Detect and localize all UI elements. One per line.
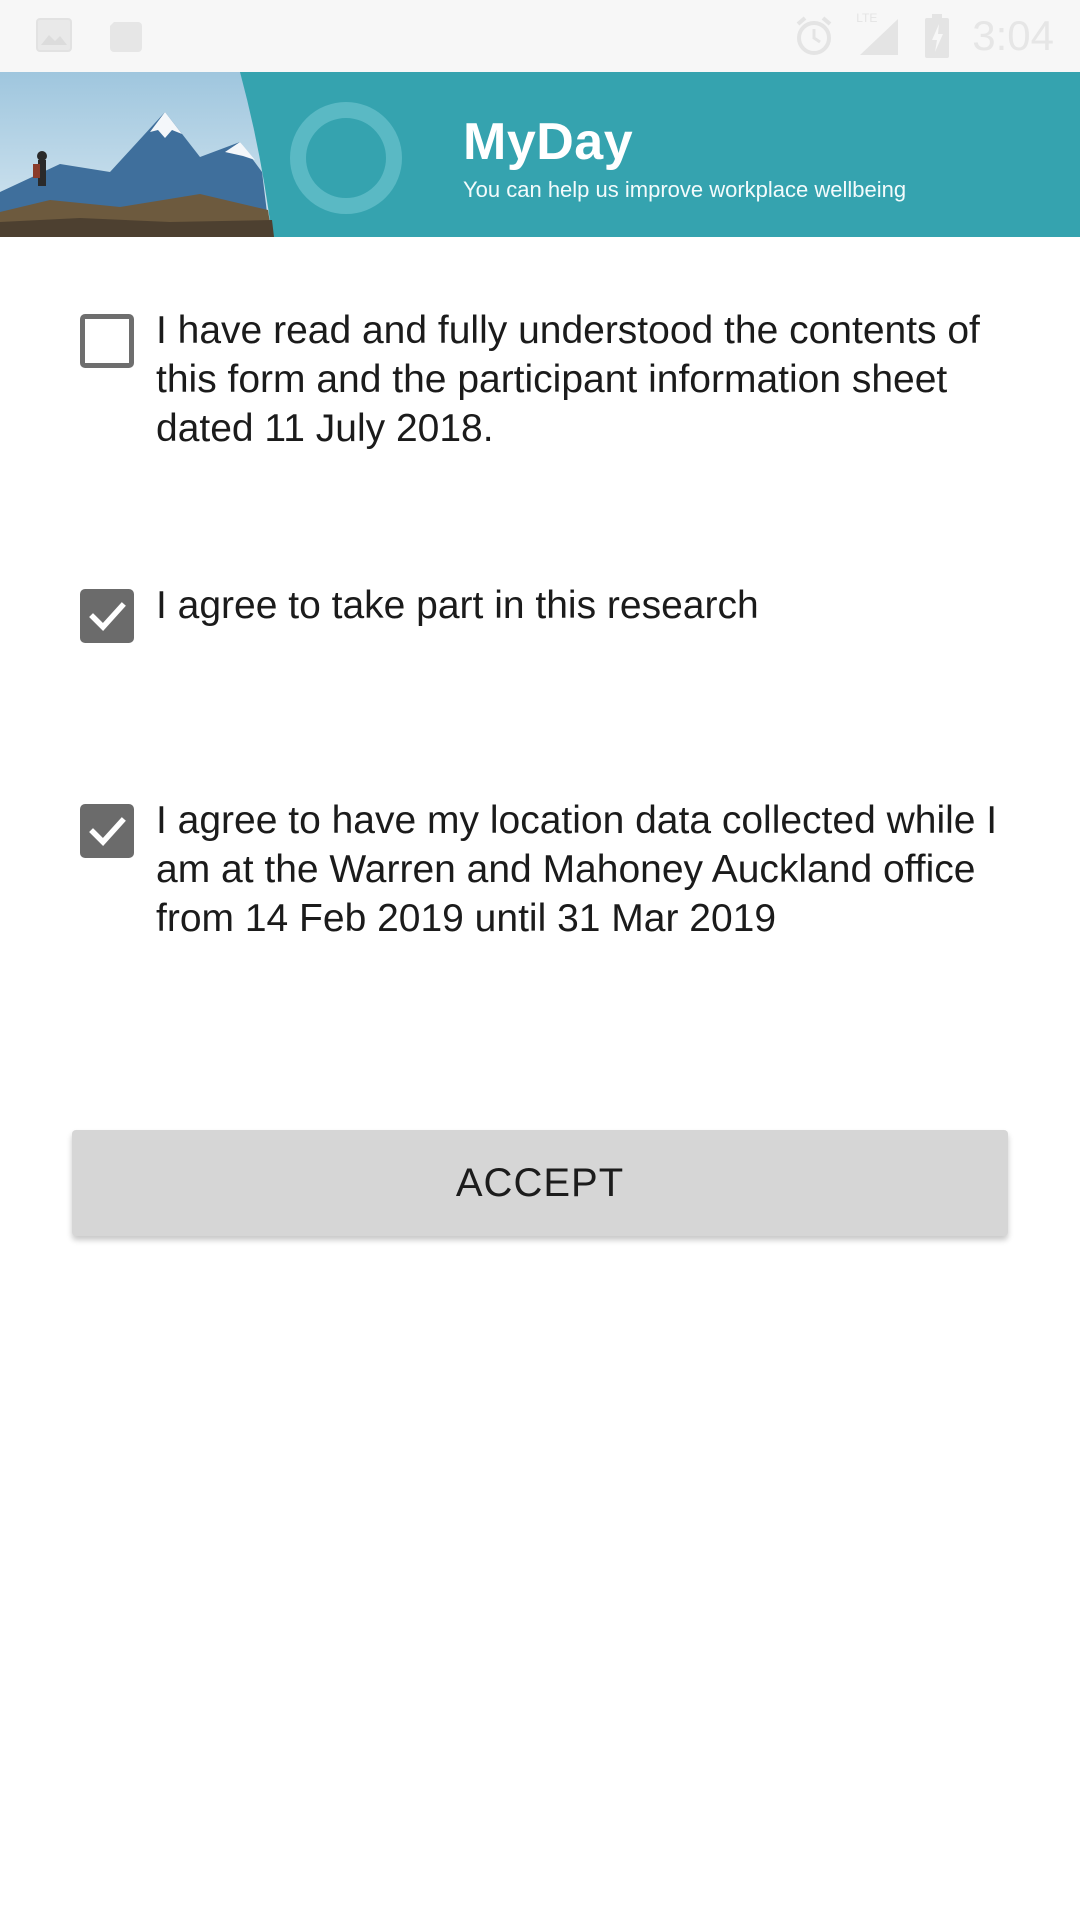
consent-item-location-data[interactable]: I agree to have my location data collect…: [80, 796, 1020, 943]
status-bar: LTE 3:04: [0, 0, 1080, 72]
consent-label: I have read and fully understood the con…: [156, 309, 980, 450]
lte-signal-icon: LTE: [856, 11, 902, 57]
image-icon: [36, 18, 72, 52]
clock-time: 3:04: [972, 12, 1054, 59]
alarm-icon: [794, 15, 834, 57]
consent-item-take-part[interactable]: I agree to take part in this research: [80, 581, 1020, 643]
app-subtitle: You can help us improve workplace wellbe…: [463, 177, 907, 202]
status-icons: LTE 3:04: [772, 10, 1054, 62]
checkbox-unchecked-icon[interactable]: [80, 314, 134, 368]
accept-button[interactable]: ACCEPT: [72, 1130, 1008, 1236]
consent-label: I agree to take part in this research: [156, 584, 759, 627]
app-title: MyDay: [463, 113, 634, 171]
checkbox-checked-icon[interactable]: [80, 804, 134, 858]
consent-label: I agree to have my location data collect…: [156, 799, 998, 940]
app-notification-icon: [108, 18, 144, 52]
mountain-hiker-image: [0, 72, 290, 237]
app-banner: MyDay You can help us improve workplace …: [0, 72, 1080, 237]
checkbox-checked-icon[interactable]: [80, 589, 134, 643]
network-type-label: LTE: [856, 11, 878, 25]
logo-ring-icon: [290, 102, 402, 214]
battery-charging-icon: [924, 14, 950, 58]
consent-item-read-form[interactable]: I have read and fully understood the con…: [80, 306, 1020, 453]
